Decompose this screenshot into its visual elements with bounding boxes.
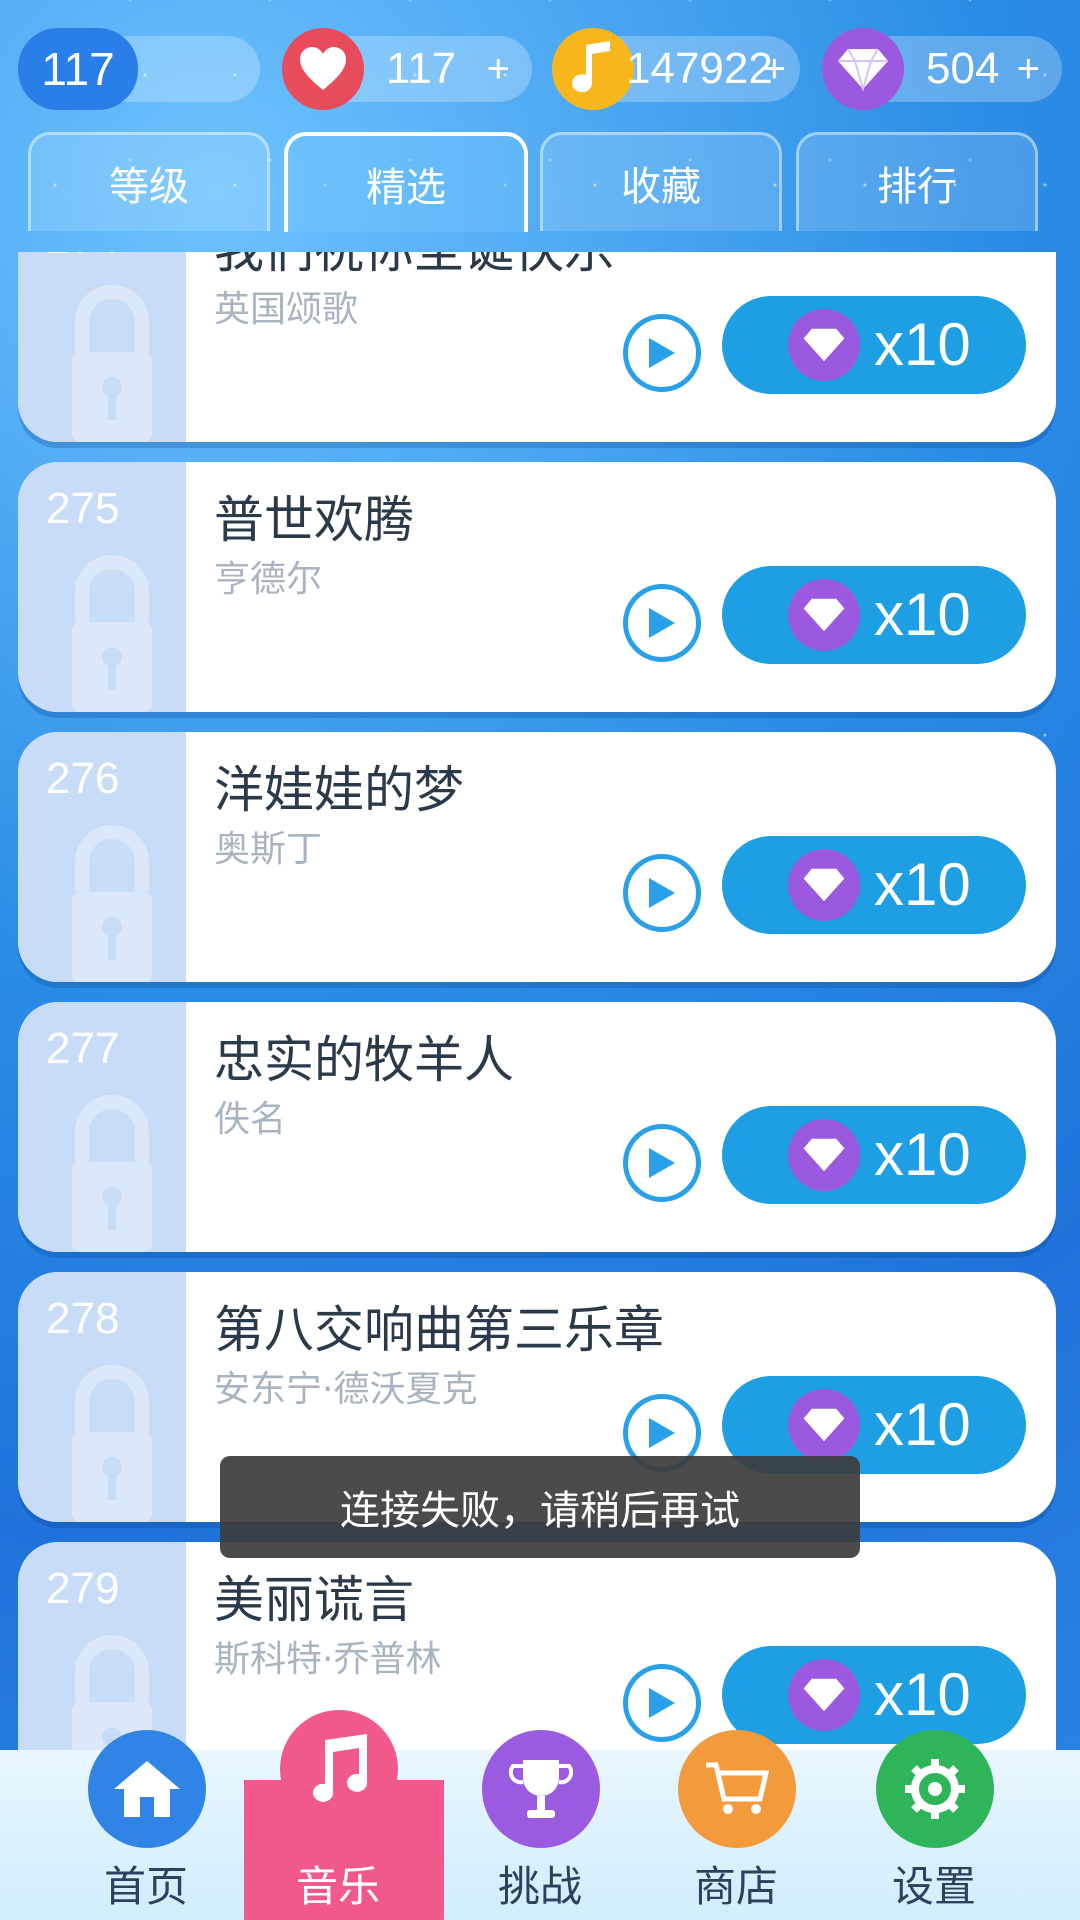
song-number: 277 [46, 1024, 120, 1073]
cart-icon [678, 1730, 796, 1848]
gem-price: x10 [874, 1661, 971, 1728]
gem-price: x10 [874, 1121, 971, 1188]
heart-icon [282, 28, 364, 110]
play-icon [649, 878, 675, 908]
bottom-navigation: 首页 音乐 挑战 商店 设置 [0, 1710, 1080, 1920]
play-icon [649, 1688, 675, 1718]
category-tabs: 等级 精选 收藏 排行 [24, 132, 1056, 232]
play-preview-button[interactable] [623, 314, 701, 392]
play-icon [649, 338, 675, 368]
song-title: 洋娃娃的梦 [214, 761, 464, 819]
play-preview-button[interactable] [623, 1124, 701, 1202]
unlock-with-gems-button[interactable]: x10 [722, 836, 1026, 934]
song-title: 忠实的牧羊人 [214, 1031, 514, 1089]
music-note-icon [552, 28, 634, 110]
song-card[interactable]: 275 普世欢腾 亨德尔 x10 [18, 462, 1056, 712]
music-note-icon [280, 1710, 398, 1828]
notes-counter[interactable]: 147922 + [552, 28, 800, 110]
lives-value: 117 [386, 44, 457, 93]
gem-icon [788, 309, 860, 381]
notes-add-button[interactable]: + [763, 47, 786, 92]
song-artist: 斯科特·乔普林 [214, 1639, 442, 1680]
tab-favorites[interactable]: 收藏 [540, 132, 782, 231]
song-number: 275 [46, 484, 120, 533]
nav-music[interactable]: 音乐 [244, 1710, 444, 1920]
song-number: 278 [46, 1294, 120, 1343]
unlock-with-gems-button[interactable]: x10 [722, 296, 1026, 394]
gems-counter[interactable]: 504 + [822, 28, 1062, 110]
gem-icon [788, 1389, 860, 1461]
gems-add-button[interactable]: + [1017, 47, 1040, 92]
gem-price: x10 [874, 581, 971, 648]
error-toast: 连接失败，请稍后再试 [220, 1456, 860, 1558]
song-number: 274 [46, 252, 119, 264]
play-icon [649, 1418, 675, 1448]
song-list[interactable]: 274 我们祝你圣诞快乐 英国颂歌 x10 275 普世欢腾 亨德尔 x10 2… [18, 252, 1058, 1792]
nav-label: 设置 [891, 1862, 976, 1911]
nav-label: 商店 [693, 1862, 778, 1911]
level-badge: 117 [18, 28, 138, 110]
song-title: 第八交响曲第三乐章 [214, 1301, 664, 1359]
tab-ranking[interactable]: 排行 [796, 132, 1038, 231]
gem-price: x10 [874, 311, 971, 378]
play-preview-button[interactable] [623, 854, 701, 932]
lock-icon [72, 1365, 152, 1522]
trophy-icon [482, 1730, 600, 1848]
song-title: 普世欢腾 [214, 491, 414, 549]
play-icon [649, 1148, 675, 1178]
song-artist: 英国颂歌 [214, 289, 359, 330]
lock-icon [72, 825, 152, 982]
nav-label: 音乐 [295, 1862, 380, 1911]
gem-price: x10 [874, 1391, 971, 1458]
home-icon [88, 1730, 206, 1848]
lock-icon [72, 285, 152, 442]
gems-value: 504 [926, 44, 1000, 93]
tab-featured[interactable]: 精选 [284, 132, 528, 232]
song-number: 276 [46, 754, 120, 803]
play-icon [649, 608, 675, 638]
song-title: 我们祝你圣诞快乐 [214, 252, 614, 282]
song-artist: 佚名 [214, 1099, 287, 1140]
notes-value: 147922 [626, 44, 773, 93]
lock-icon [72, 555, 152, 712]
song-artist: 奥斯丁 [214, 829, 323, 870]
level-value: 117 [41, 43, 115, 95]
top-status-bar: 117 117 + 147922 + 504 + [0, 0, 1080, 130]
song-card[interactable]: 276 洋娃娃的梦 奥斯丁 x10 [18, 732, 1056, 982]
lock-icon [72, 1095, 152, 1252]
gem-price: x10 [874, 851, 971, 918]
song-artist: 亨德尔 [214, 559, 323, 600]
song-card[interactable]: 277 忠实的牧羊人 佚名 x10 [18, 1002, 1056, 1252]
song-title: 美丽谎言 [214, 1571, 414, 1629]
gem-icon [788, 579, 860, 651]
lives-counter[interactable]: 117 + [282, 28, 532, 110]
nav-shop[interactable]: 商店 [646, 1730, 816, 1920]
unlock-with-gems-button[interactable]: x10 [722, 1106, 1026, 1204]
nav-label: 首页 [103, 1862, 188, 1911]
gear-icon [876, 1730, 994, 1848]
nav-challenge[interactable]: 挑战 [450, 1730, 620, 1920]
song-number: 279 [46, 1564, 120, 1613]
nav-settings[interactable]: 设置 [844, 1730, 1014, 1920]
nav-home[interactable]: 首页 [56, 1730, 226, 1920]
play-preview-button[interactable] [623, 584, 701, 662]
level-indicator: 117 [18, 28, 260, 110]
unlock-with-gems-button[interactable]: x10 [722, 566, 1026, 664]
song-card[interactable]: 274 我们祝你圣诞快乐 英国颂歌 x10 [18, 252, 1056, 442]
gem-icon [788, 1119, 860, 1191]
tab-level[interactable]: 等级 [28, 132, 270, 231]
gem-icon [822, 28, 904, 110]
lives-add-button[interactable]: + [487, 47, 510, 92]
song-artist: 安东宁·德沃夏克 [214, 1369, 478, 1410]
nav-label: 挑战 [497, 1862, 582, 1911]
gem-icon [788, 1659, 860, 1731]
gem-icon [788, 849, 860, 921]
